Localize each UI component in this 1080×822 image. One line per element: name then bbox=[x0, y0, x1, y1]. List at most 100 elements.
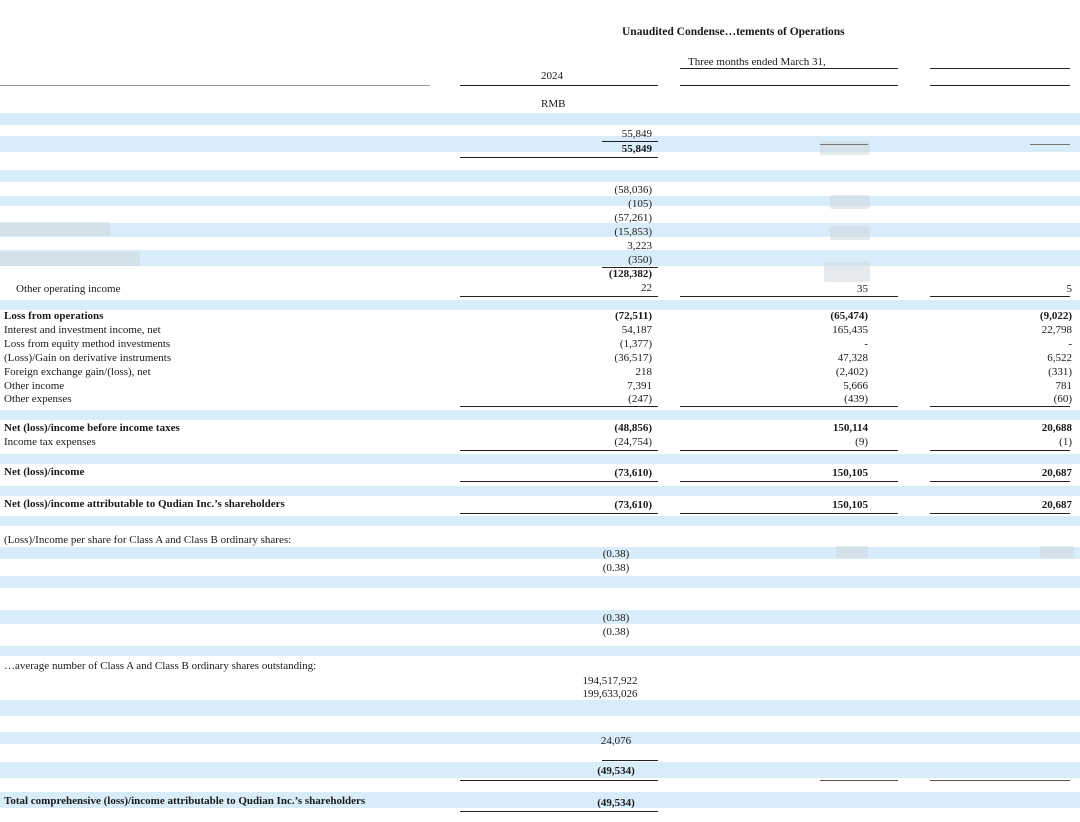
cell-value: 20,687 bbox=[1041, 467, 1072, 479]
cell-value: (0.38) bbox=[602, 562, 630, 574]
cell-value: (331) bbox=[1048, 366, 1072, 378]
row-label: Net (loss)/income before income taxes bbox=[4, 422, 180, 434]
row-band bbox=[0, 196, 1080, 206]
row-band bbox=[0, 646, 1080, 656]
row-band bbox=[0, 410, 1080, 420]
row-label: Other expenses bbox=[4, 393, 72, 405]
redacted-value bbox=[836, 546, 868, 558]
row-label: Loss from operations bbox=[4, 310, 104, 322]
underline bbox=[930, 406, 1070, 407]
total-underline bbox=[460, 157, 658, 158]
row-band bbox=[0, 700, 1080, 716]
cell-value: (105) bbox=[628, 198, 652, 210]
cell-value: 47,328 bbox=[837, 352, 868, 364]
redacted-value bbox=[1040, 546, 1074, 558]
period-underline bbox=[680, 68, 898, 69]
cell-value: (9,022) bbox=[1039, 310, 1072, 322]
row-band bbox=[0, 113, 1080, 125]
cell-value: (58,036) bbox=[614, 184, 652, 196]
cell-value: 199,633,026 bbox=[582, 688, 638, 700]
row-label: Total comprehensive (loss)/income attrib… bbox=[4, 795, 366, 807]
underline bbox=[680, 513, 898, 514]
cell-value: 150,105 bbox=[832, 467, 868, 479]
cell-value: 6,522 bbox=[1047, 352, 1072, 364]
cell-value: (49,534) bbox=[597, 797, 635, 809]
underline bbox=[680, 450, 898, 451]
cell-value: (0.38) bbox=[602, 548, 630, 560]
underline bbox=[930, 481, 1070, 482]
cell-value: 5 bbox=[1066, 283, 1073, 295]
row-band bbox=[0, 610, 1080, 624]
cell-value: 20,688 bbox=[1041, 422, 1072, 434]
underline bbox=[460, 780, 658, 781]
row-label: (Loss)/Gain on derivative instruments bbox=[4, 352, 172, 364]
underline bbox=[680, 481, 898, 482]
row-label: Other income bbox=[4, 380, 65, 392]
cell-value: 5,666 bbox=[843, 380, 868, 392]
row-band bbox=[0, 547, 1080, 559]
year-header: 2024 bbox=[541, 70, 563, 82]
cell-value: (0.38) bbox=[602, 626, 630, 638]
cell-value: (128,382) bbox=[608, 268, 652, 280]
cell-value: (48,856) bbox=[614, 422, 652, 434]
row-label: Other operating income bbox=[16, 283, 121, 295]
underline bbox=[930, 450, 1070, 451]
redacted-label bbox=[0, 252, 140, 266]
cell-value: (1) bbox=[1059, 436, 1072, 448]
row-label: Foreign exchange gain/(loss), net bbox=[4, 366, 151, 378]
row-label: (Loss)/Income per share for Class A and … bbox=[4, 534, 292, 546]
label-rule bbox=[0, 85, 430, 86]
cell-value: 24,076 bbox=[600, 735, 632, 747]
cell-value: (60) bbox=[1053, 393, 1072, 405]
cell-value: 55,849 bbox=[621, 128, 652, 140]
cell-value: (9) bbox=[855, 436, 868, 448]
underline bbox=[460, 450, 658, 451]
row-band bbox=[0, 576, 1080, 588]
cell-value: 20,687 bbox=[1041, 499, 1072, 511]
cell-value: (57,261) bbox=[614, 212, 652, 224]
row-band bbox=[0, 454, 1080, 464]
underline bbox=[460, 513, 658, 514]
cell-value: (0.38) bbox=[602, 612, 630, 624]
sum-underline bbox=[602, 141, 658, 142]
underline bbox=[460, 481, 658, 482]
statement-title: Unaudited Condense…tements of Operations bbox=[622, 26, 845, 38]
cell-value: (73,610) bbox=[614, 467, 652, 479]
period-header: Three months ended March 31, bbox=[688, 56, 826, 68]
underline bbox=[930, 296, 1070, 297]
cell-value: (65,474) bbox=[830, 310, 868, 322]
period-underline-right bbox=[930, 68, 1070, 69]
cell-value: 194,517,922 bbox=[582, 675, 638, 687]
underline bbox=[820, 780, 898, 781]
cell-value: 35 bbox=[857, 283, 868, 295]
redacted-value bbox=[824, 262, 870, 282]
row-band bbox=[0, 300, 1080, 310]
cell-value: 165,435 bbox=[832, 324, 868, 336]
row-band bbox=[0, 250, 1080, 266]
cell-value: 781 bbox=[1055, 380, 1073, 392]
cell-value: (24,754) bbox=[614, 436, 652, 448]
year-underline-3 bbox=[930, 85, 1070, 86]
cell-value: (73,610) bbox=[614, 499, 652, 511]
row-band bbox=[0, 170, 1080, 182]
underline bbox=[680, 296, 898, 297]
row-band bbox=[0, 516, 1080, 526]
cell-value: (49,534) bbox=[597, 765, 635, 777]
cell-value: 55,849 bbox=[621, 143, 652, 155]
cell-value: (350) bbox=[628, 254, 652, 266]
cell-value: 3,223 bbox=[627, 240, 652, 252]
sum-underline bbox=[602, 760, 658, 761]
cell-value: (72,511) bbox=[615, 310, 652, 322]
cell-value: 7,391 bbox=[627, 380, 652, 392]
row-label: Net (loss)/income attributable to Qudian… bbox=[4, 498, 285, 510]
underline bbox=[680, 406, 898, 407]
row-band bbox=[0, 223, 1080, 237]
cell-value: (2,402) bbox=[835, 366, 868, 378]
row-band bbox=[0, 136, 1080, 152]
redacted-value bbox=[830, 226, 870, 240]
row-label: Interest and investment income, net bbox=[4, 324, 161, 336]
row-band bbox=[0, 732, 1080, 744]
cell-value: 150,114 bbox=[832, 422, 868, 434]
underline bbox=[460, 406, 658, 407]
underline-col3 bbox=[1030, 144, 1070, 145]
